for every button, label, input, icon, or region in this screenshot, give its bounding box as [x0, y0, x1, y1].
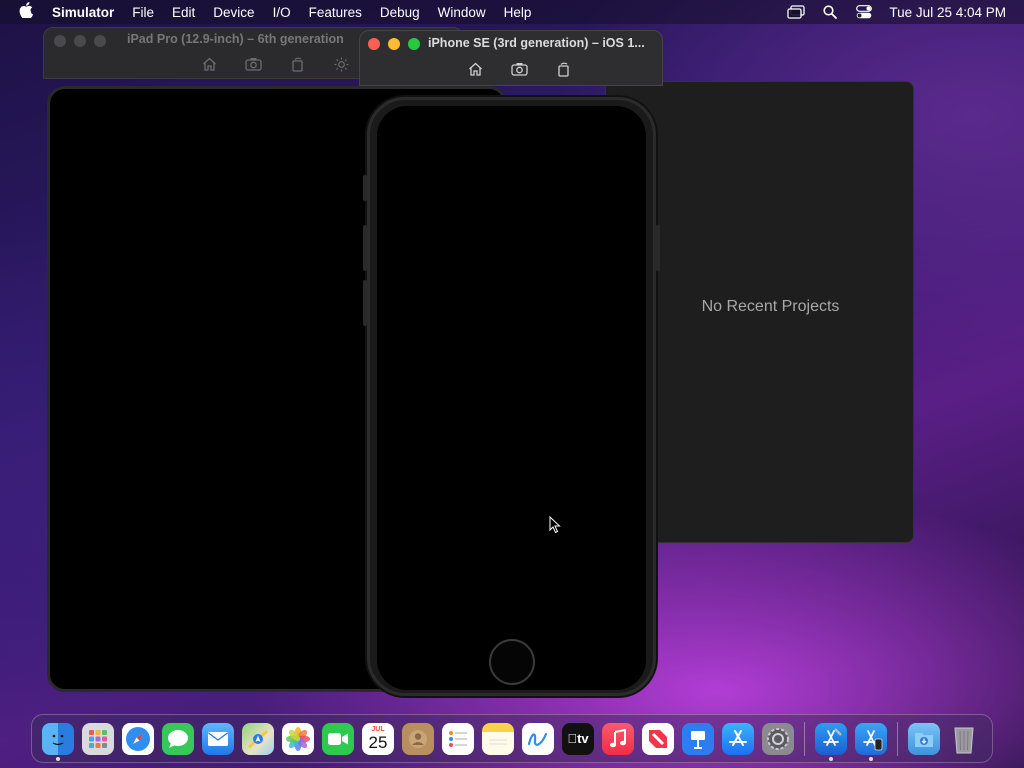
ipad-minimize-button[interactable] [74, 35, 86, 47]
menu-app-name[interactable]: Simulator [52, 5, 123, 20]
finder-running-indicator [56, 756, 60, 761]
iphone-mute-switch[interactable] [363, 175, 367, 201]
keynote-icon[interactable] [682, 722, 714, 755]
calendar-day: 25 [368, 732, 388, 752]
iphone-window-controls [368, 38, 420, 50]
apple-tv-icon[interactable]: tv [562, 722, 594, 755]
menu-file[interactable]: File [123, 5, 163, 20]
xcode-icon[interactable] [815, 722, 847, 761]
spotlight-search-icon[interactable] [813, 0, 847, 24]
iphone-minimize-button[interactable] [388, 38, 400, 50]
contacts-icon[interactable] [402, 722, 434, 755]
ipad-appearance-icon[interactable] [332, 56, 350, 72]
ipad-window-title: iPad Pro (12.9-inch) – 6th generation [127, 32, 344, 46]
system-settings-icon[interactable] [762, 722, 794, 755]
apple-menu-icon[interactable] [0, 2, 52, 22]
iphone-rotate-icon[interactable] [554, 61, 572, 77]
iphone-home-icon[interactable] [466, 61, 484, 77]
iphone-simulator-titlebar[interactable]: iPhone SE (3rd generation) – iOS 1... [359, 30, 663, 86]
reminders-icon[interactable] [442, 722, 474, 755]
iphone-power-button[interactable] [656, 225, 660, 271]
menu-edit[interactable]: Edit [163, 5, 204, 20]
menu-io[interactable]: I/O [264, 5, 300, 20]
xcode-running-indicator [829, 756, 833, 761]
notes-icon[interactable] [482, 722, 514, 755]
trash-icon[interactable] [948, 723, 980, 755]
dock: JUL 25 tv [31, 714, 993, 763]
menu-debug[interactable]: Debug [371, 5, 429, 20]
mouse-pointer-icon [549, 515, 561, 534]
calendar-icon[interactable]: JUL 25 [362, 722, 394, 755]
launchpad-icon[interactable] [82, 722, 114, 755]
ipad-close-button[interactable] [54, 35, 66, 47]
facetime-icon[interactable] [322, 722, 354, 755]
simulator-icon[interactable] [855, 722, 887, 761]
screen-mirroring-icon[interactable] [779, 0, 813, 24]
finder-icon[interactable] [42, 722, 74, 761]
menu-bar: Simulator File Edit Device I/O Features … [0, 0, 1024, 24]
app-store-icon[interactable] [722, 722, 754, 755]
ipad-rotate-icon[interactable] [288, 56, 306, 72]
iphone-device-screen[interactable] [377, 106, 646, 690]
iphone-home-button[interactable] [489, 639, 535, 685]
ipad-toolbar-buttons [200, 56, 350, 72]
menu-features[interactable]: Features [300, 5, 371, 20]
dock-separator [804, 721, 805, 756]
iphone-screenshot-icon[interactable] [510, 61, 528, 77]
dock-separator [897, 721, 898, 756]
music-icon[interactable] [602, 722, 634, 755]
control-center-icon[interactable] [847, 0, 881, 24]
iphone-volume-down-button[interactable] [363, 280, 367, 326]
downloads-folder-icon[interactable] [908, 722, 940, 755]
iphone-close-button[interactable] [368, 38, 380, 50]
safari-icon[interactable] [122, 722, 154, 755]
simulator-running-indicator [869, 756, 873, 761]
iphone-zoom-button[interactable] [408, 38, 420, 50]
menu-help[interactable]: Help [495, 5, 541, 20]
mail-icon[interactable] [202, 722, 234, 755]
menu-bar-clock[interactable]: Tue Jul 25 4:04 PM [881, 5, 1006, 20]
iphone-volume-up-button[interactable] [363, 225, 367, 271]
menu-window[interactable]: Window [429, 5, 495, 20]
freeform-icon[interactable] [522, 722, 554, 755]
apple-tv-label: tv [567, 731, 588, 746]
messages-icon[interactable] [162, 722, 194, 755]
iphone-device-frame [363, 97, 660, 696]
menu-device[interactable]: Device [204, 5, 263, 20]
ipad-window-controls [54, 35, 106, 47]
iphone-window-title: iPhone SE (3rd generation) – iOS 1... [428, 36, 645, 50]
maps-icon[interactable] [242, 722, 274, 755]
ipad-screenshot-icon[interactable] [244, 56, 262, 72]
ipad-home-icon[interactable] [200, 56, 218, 72]
news-icon[interactable] [642, 722, 674, 755]
ipad-zoom-button[interactable] [94, 35, 106, 47]
photos-icon[interactable] [282, 722, 314, 755]
iphone-toolbar-buttons [466, 61, 572, 77]
no-recent-projects-text: No Recent Projects [701, 298, 840, 315]
